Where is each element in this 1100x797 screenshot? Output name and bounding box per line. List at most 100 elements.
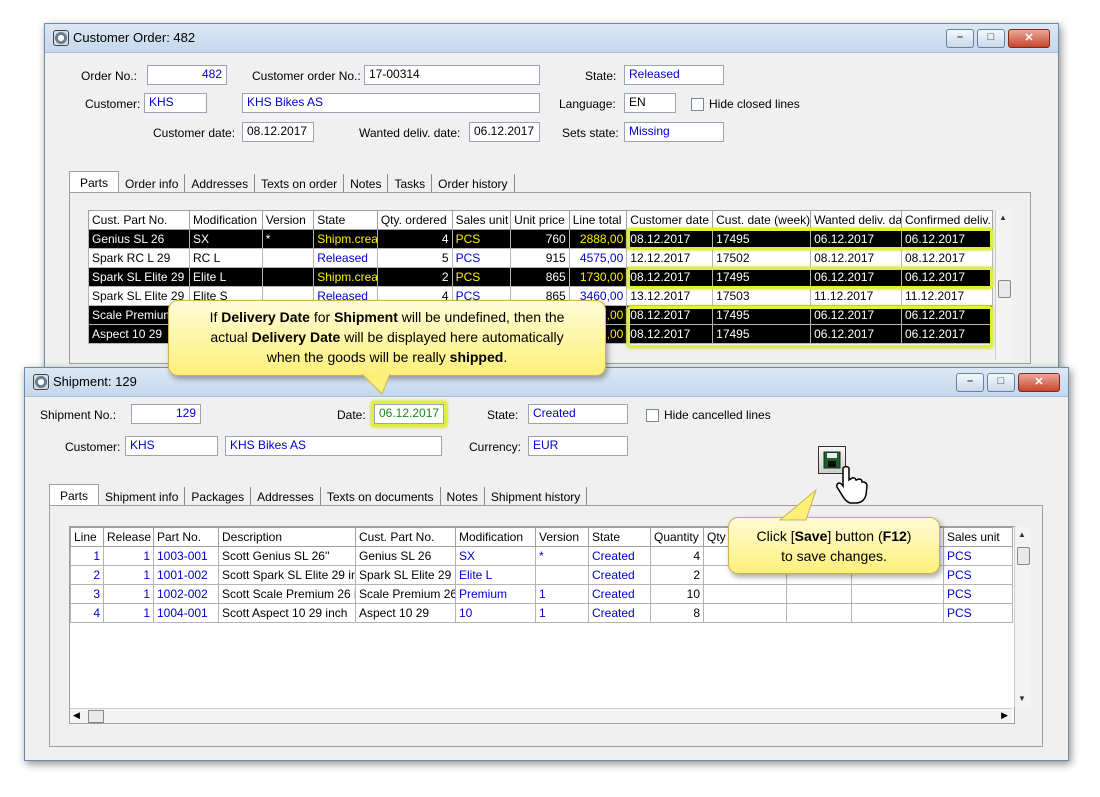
tab-texts-on-order[interactable]: Texts on order	[255, 174, 345, 194]
col-customer-date[interactable]: Customer date	[626, 210, 714, 230]
shipment-customer-name[interactable]: KHS Bikes AS	[225, 436, 442, 456]
col-release[interactable]: Release	[103, 527, 154, 547]
cell-desc: Scott Spark SL Elite 29 in	[218, 565, 356, 585]
shipment-no-field[interactable]: 129	[131, 404, 201, 424]
tab-addresses[interactable]: Addresses	[251, 487, 321, 507]
state-field[interactable]: Released	[624, 65, 724, 85]
tab-order-history[interactable]: Order history	[432, 174, 515, 194]
hide-closed-checkbox[interactable]	[691, 98, 704, 111]
col-confirmed-deliv[interactable]: Confirmed deliv.	[901, 210, 993, 230]
table-row[interactable]: Spark RC L 29 RC L Released 5 PCS 915 45…	[88, 248, 993, 268]
tab-order-info[interactable]: Order info	[119, 174, 186, 194]
sets-state-label: Sets state:	[562, 126, 619, 140]
customer-name-field[interactable]: KHS Bikes AS	[242, 93, 540, 113]
scroll-thumb[interactable]	[1017, 547, 1030, 565]
maximize-button[interactable]: □	[987, 373, 1015, 392]
tab-shipment-info[interactable]: Shipment info	[99, 487, 186, 507]
shipment-state-field[interactable]: Created	[528, 404, 628, 424]
scroll-up-icon: ▲	[1018, 530, 1026, 539]
close-button[interactable]: ✕	[1018, 373, 1060, 392]
callout-bold: Delivery Date	[251, 329, 341, 345]
shipment-date-field[interactable]: 06.12.2017	[374, 404, 444, 424]
table-row[interactable]: 4 1 1004-001 Scott Aspect 10 29 inch Asp…	[70, 603, 1013, 623]
callout-text: Click [	[756, 528, 795, 544]
col-line[interactable]: Line	[70, 527, 104, 547]
col-version[interactable]: Version	[261, 210, 315, 230]
window-controls: – □ ✕	[956, 373, 1060, 392]
order-no-field[interactable]: 482	[147, 65, 227, 85]
cell-unit: PCS	[943, 603, 1013, 623]
minimize-button[interactable]: –	[956, 373, 984, 392]
cell-confirmed: 06.12.2017	[901, 267, 993, 287]
col-cust-part-no[interactable]: Cust. Part No.	[88, 210, 190, 230]
col-line-total[interactable]: Line total	[568, 210, 628, 230]
tab-shipment-history[interactable]: Shipment history	[485, 487, 588, 507]
h-scroll-thumb[interactable]	[88, 710, 104, 723]
cell-ver: 1	[535, 584, 589, 604]
table-row[interactable]: Genius SL 26 SX * Shipm.creat 4 PCS 760 …	[88, 229, 993, 249]
customer-date-field[interactable]: 08.12.2017	[242, 122, 314, 142]
callout-text: when the goods will be really	[266, 349, 450, 365]
col-wanted-deliv[interactable]: Wanted deliv. da	[810, 210, 902, 230]
cell-cdate: 08.12.2017	[626, 324, 714, 344]
col-unit-price[interactable]: Unit price	[510, 210, 570, 230]
maximize-button[interactable]: □	[977, 29, 1005, 48]
wanted-deliv-field[interactable]: 06.12.2017	[469, 122, 540, 142]
tab-addresses[interactable]: Addresses	[185, 174, 256, 194]
minimize-button[interactable]: –	[946, 29, 974, 48]
cell-cdate: 12.12.2017	[626, 248, 714, 268]
cell-wanted: 06.12.2017	[810, 267, 902, 287]
col-sales-unit[interactable]: Sales unit	[451, 210, 512, 230]
order-title-bar[interactable]: Customer Order: 482 – □ ✕	[45, 24, 1058, 53]
cell-state: Shipm.creat	[313, 267, 378, 287]
cell-price: 865	[510, 267, 570, 287]
tab-notes[interactable]: Notes	[441, 487, 485, 507]
col-modification[interactable]: Modification	[455, 527, 536, 547]
cell-release: 1	[103, 603, 154, 623]
tab-notes[interactable]: Notes	[344, 174, 389, 194]
col-cust-date-week[interactable]: Cust. date (week)	[712, 210, 812, 230]
cell-cust: Scale Premium 26	[355, 584, 456, 604]
col-description[interactable]: Description	[218, 527, 356, 547]
cell-ver: *	[535, 546, 589, 566]
scroll-thumb[interactable]	[998, 280, 1011, 298]
col-part-no[interactable]: Part No.	[153, 527, 219, 547]
shipment-customer-code[interactable]: KHS	[125, 436, 218, 456]
col-cust-part-no[interactable]: Cust. Part No.	[355, 527, 456, 547]
cell-state: Created	[588, 565, 651, 585]
language-field[interactable]: EN	[624, 93, 676, 113]
tab-texts-on-documents[interactable]: Texts on documents	[321, 487, 441, 507]
cell-line: 3	[70, 584, 104, 604]
sets-state-field[interactable]: Missing	[624, 122, 724, 142]
cell-empty	[851, 584, 944, 604]
cell-unit: PCS	[451, 248, 512, 268]
col-quantity[interactable]: Quantity	[650, 527, 704, 547]
table-row[interactable]: Spark SL Elite 29 Elite L Shipm.creat 2 …	[88, 267, 993, 287]
callout-bold: F12	[882, 528, 907, 544]
cell-wanted: 08.12.2017	[810, 248, 902, 268]
close-button[interactable]: ✕	[1008, 29, 1050, 48]
callout-text: .	[503, 349, 508, 365]
table-row[interactable]: 3 1 1002-002 Scott Scale Premium 26 ir S…	[70, 584, 1013, 604]
cell-confirmed: 06.12.2017	[901, 324, 993, 344]
tab-tasks[interactable]: Tasks	[388, 174, 433, 194]
order-table-scrollbar[interactable]: ▲	[995, 210, 1012, 360]
col-modification[interactable]: Modification	[189, 210, 263, 230]
minimize-icon: –	[956, 31, 964, 43]
hide-cancelled-checkbox[interactable]	[646, 409, 659, 422]
callout-text: If	[209, 309, 222, 325]
col-qty-ordered[interactable]: Qty. ordered	[376, 210, 453, 230]
col-version[interactable]: Version	[535, 527, 589, 547]
shipment-horizontal-scrollbar[interactable]: ◀ ▶	[70, 708, 1012, 723]
col-state[interactable]: State	[588, 527, 651, 547]
col-sales-unit[interactable]: Sales unit	[943, 527, 1013, 547]
shipment-vertical-scrollbar[interactable]: ▲ ▼	[1014, 527, 1031, 707]
customer-order-no-field[interactable]: 17-00314	[364, 65, 540, 85]
cell-wanted: 11.12.2017	[810, 286, 902, 306]
callout-bold: Shipment	[334, 309, 398, 325]
tab-packages[interactable]: Packages	[185, 487, 252, 507]
currency-field[interactable]: EUR	[528, 436, 628, 456]
customer-code-field[interactable]: KHS	[144, 93, 207, 113]
cell-ver: 1	[535, 603, 589, 623]
col-state[interactable]: State	[313, 210, 378, 230]
